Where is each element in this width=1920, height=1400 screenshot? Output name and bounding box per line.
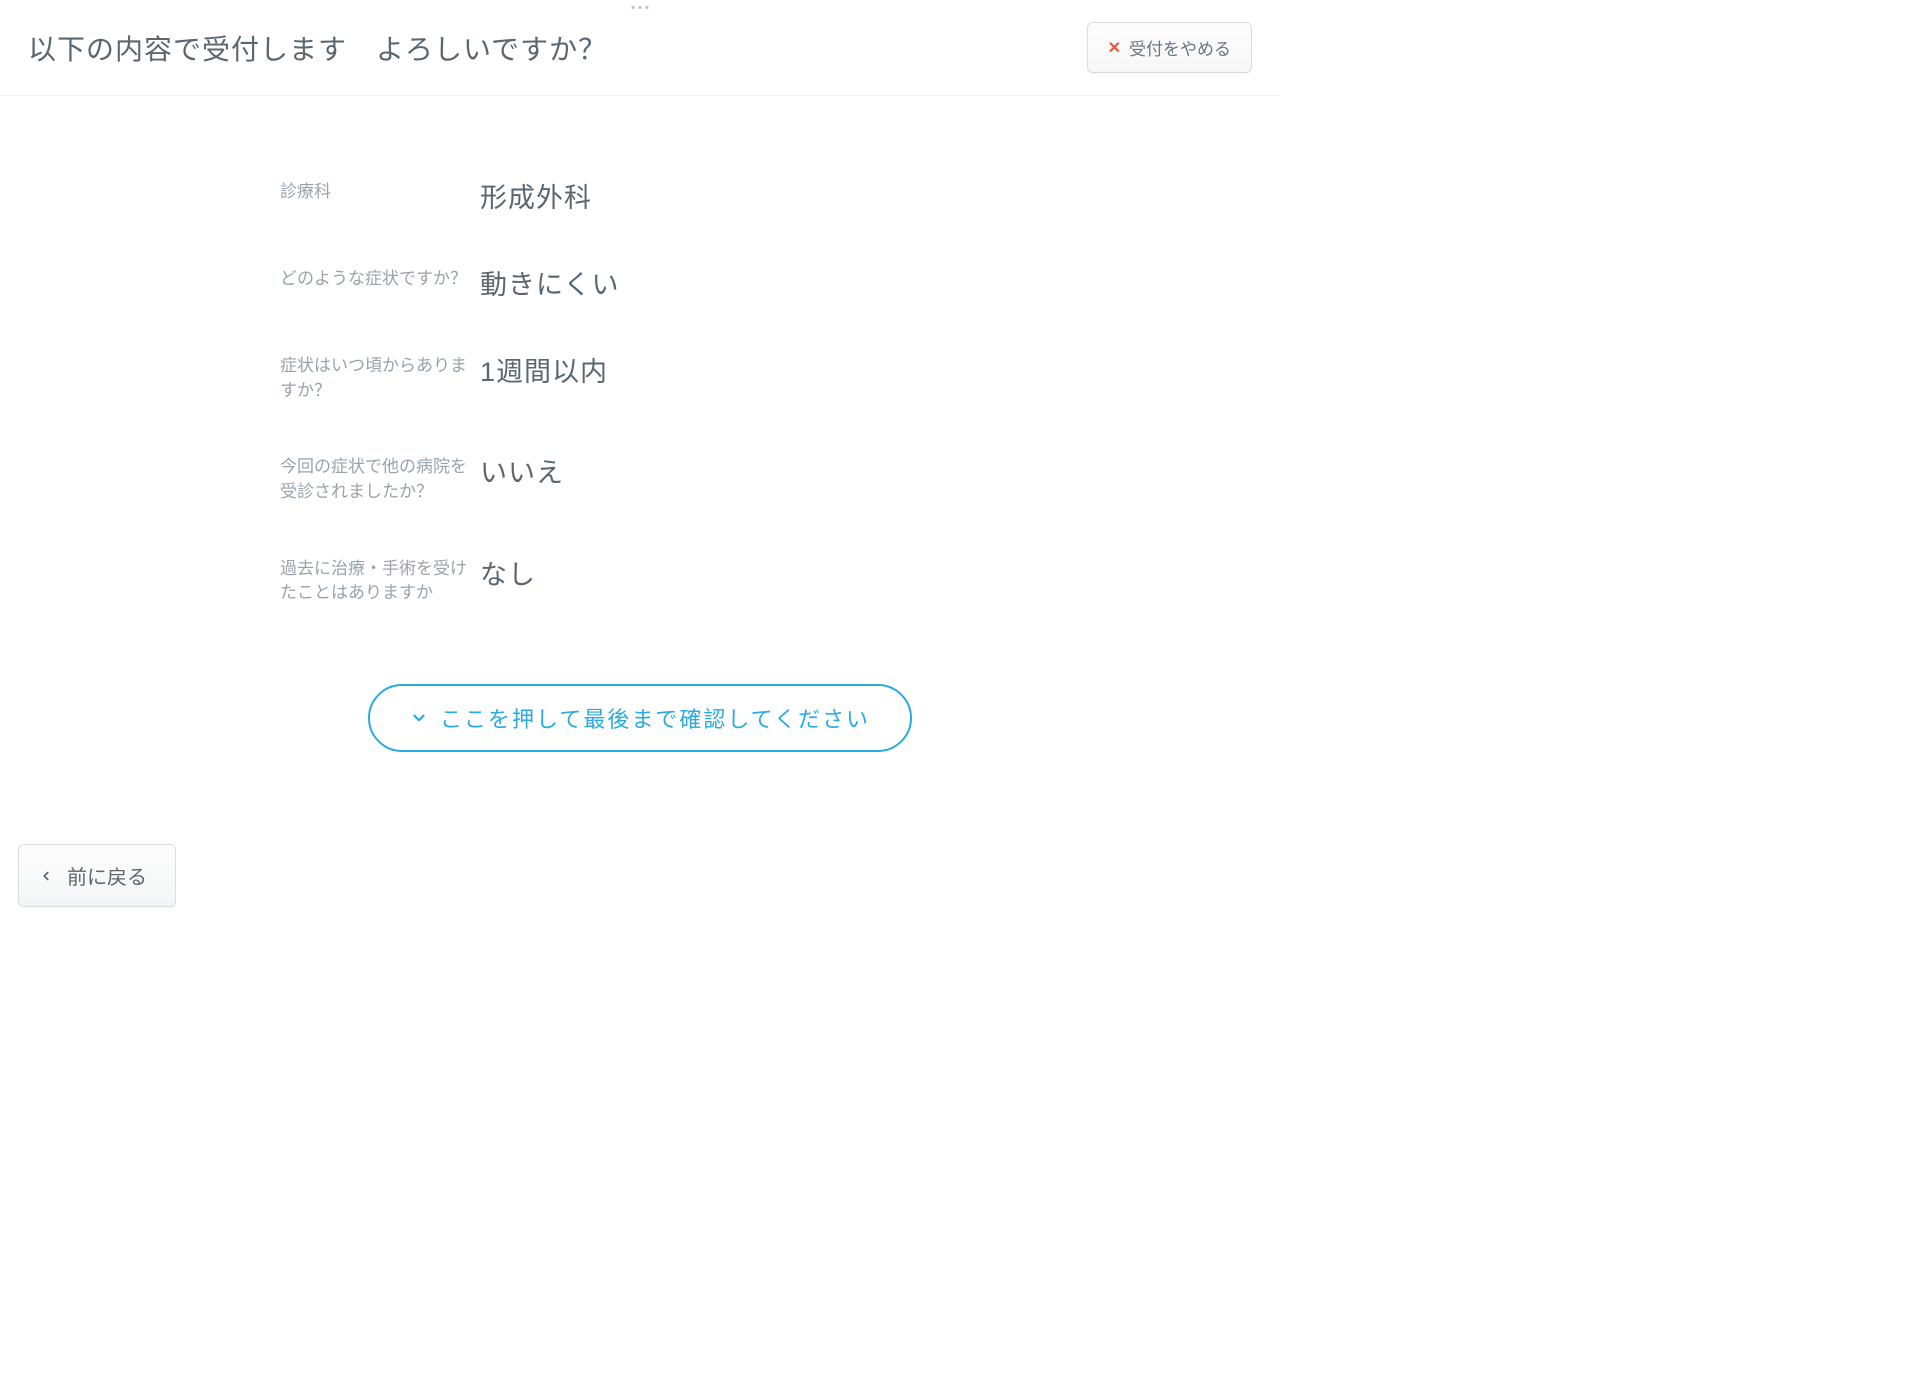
info-value: 動きにくい xyxy=(480,263,619,302)
page-title: 以下の内容で受付します よろしいですか？ xyxy=(28,28,607,68)
info-row-department: 診療科 形成外科 xyxy=(280,176,1000,215)
info-label: どのような症状ですか？ xyxy=(280,263,480,292)
header: 以下の内容で受付します よろしいですか？ ✕ 受付をやめる xyxy=(0,0,1280,96)
info-table: 診療科 形成外科 どのような症状ですか？ 動きにくい 症状はいつ頃からありますか… xyxy=(280,176,1000,654)
info-row-other-hospital: 今回の症状で他の病院を受診されましたか？ いいえ xyxy=(280,451,1000,504)
close-icon: ✕ xyxy=(1108,38,1121,58)
window-drag-handle xyxy=(632,6,649,9)
info-value: いいえ xyxy=(480,451,564,490)
info-row-since-when: 症状はいつ頃からありますか？ 1週間以内 xyxy=(280,350,1000,403)
info-value: 1週間以内 xyxy=(480,350,608,389)
cancel-button-label: 受付をやめる xyxy=(1129,35,1231,60)
back-button[interactable]: 前に戻る xyxy=(18,844,176,907)
info-label: 診療科 xyxy=(280,176,480,205)
info-label: 今回の症状で他の病院を受診されましたか？ xyxy=(280,451,480,504)
chevron-left-icon xyxy=(39,869,53,883)
scroll-confirm-label: ここを押して最後まで確認してください xyxy=(440,702,870,734)
info-row-symptom: どのような症状ですか？ 動きにくい xyxy=(280,263,1000,302)
info-value: なし xyxy=(480,553,536,592)
chevron-down-icon xyxy=(410,709,428,727)
cancel-registration-button[interactable]: ✕ 受付をやめる xyxy=(1087,22,1252,73)
info-label: 症状はいつ頃からありますか？ xyxy=(280,350,480,403)
info-label: 過去に治療・手術を受けたことはありますか xyxy=(280,553,480,606)
confirmation-content: 診療科 形成外科 どのような症状ですか？ 動きにくい 症状はいつ頃からありますか… xyxy=(0,96,1280,752)
scroll-to-confirm-button[interactable]: ここを押して最後まで確認してください xyxy=(368,684,912,752)
info-value: 形成外科 xyxy=(480,176,592,215)
back-button-label: 前に戻る xyxy=(67,861,147,890)
info-row-past-treatment: 過去に治療・手術を受けたことはありますか なし xyxy=(280,553,1000,606)
